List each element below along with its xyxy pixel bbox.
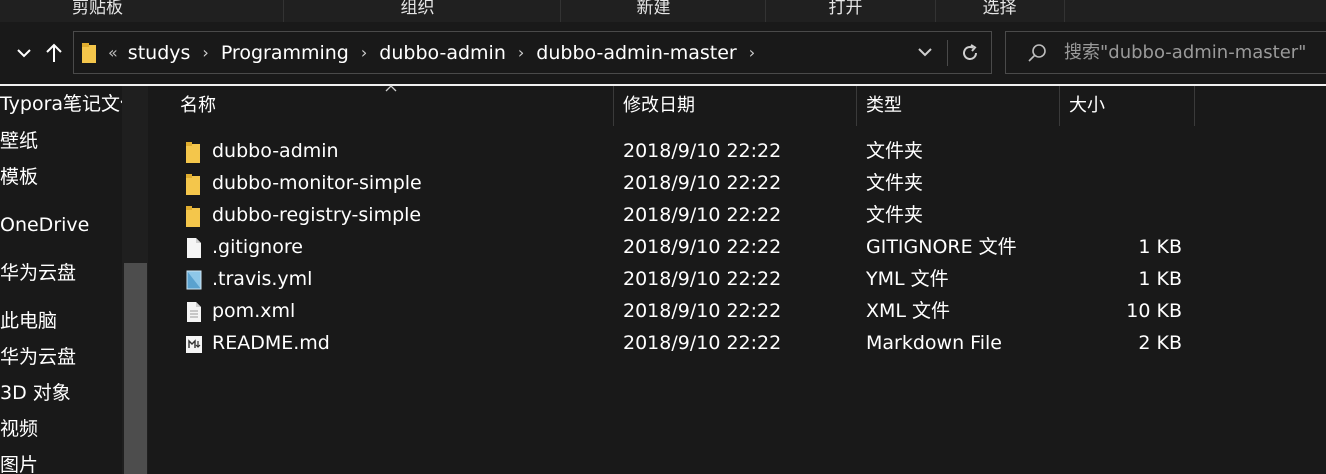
- sidebar-item-huawei-cloud-2[interactable]: 华为云盘: [0, 342, 76, 372]
- refresh-button[interactable]: [954, 38, 986, 68]
- file-date: 2018/9/10 22:22: [623, 236, 782, 258]
- folder-icon: [82, 43, 96, 63]
- file-row[interactable]: dubbo-monitor-simple 2018/9/10 22:22 文件夹: [170, 167, 1200, 199]
- ribbon-group-labels: 剪贴板 组织 新建 打开 选择: [0, 0, 1326, 22]
- breadcrumb-item-studys[interactable]: studys: [128, 42, 191, 64]
- file-type: 文件夹: [866, 140, 924, 162]
- file-type: 文件夹: [866, 204, 924, 226]
- search-icon: [1028, 44, 1046, 62]
- sidebar-item-typora[interactable]: Typora笔记文件: [0, 89, 139, 119]
- sidebar-item-3d-objects[interactable]: 3D 对象: [0, 378, 71, 408]
- file-name: dubbo-registry-simple: [212, 204, 422, 226]
- breadcrumb-overflow[interactable]: «: [108, 43, 118, 62]
- file-size: 10 KB: [1126, 300, 1182, 322]
- arrow-up-icon: [46, 43, 62, 62]
- file-type: YML 文件: [866, 268, 949, 290]
- file-row[interactable]: README.md 2018/9/10 22:22 Markdown File …: [170, 327, 1200, 359]
- file-type: XML 文件: [866, 300, 951, 322]
- ribbon-group-organize: 组织: [400, 0, 435, 18]
- column-header-type[interactable]: 类型: [866, 86, 1056, 126]
- file-row[interactable]: .gitignore 2018/9/10 22:22 GITIGNORE 文件 …: [170, 231, 1200, 263]
- address-bar[interactable]: « studys › Programming › dubbo-admin › d…: [73, 31, 992, 74]
- sidebar-item-huawei-cloud[interactable]: 华为云盘: [0, 258, 76, 288]
- ribbon-group-open: 打开: [828, 0, 863, 18]
- file-type: GITIGNORE 文件: [866, 236, 1017, 258]
- navigation-pane: Typora笔记文件 ▲ 壁纸 模板 OneDrive 华为云盘 此电脑 华为云…: [0, 86, 149, 474]
- address-divider: [947, 40, 948, 66]
- column-header-name[interactable]: 名称: [180, 86, 610, 126]
- ribbon-group-select: 选择: [982, 0, 1017, 18]
- ribbon-divider: [1064, 0, 1065, 22]
- file-date: 2018/9/10 22:22: [623, 204, 782, 226]
- chevron-right-icon[interactable]: ›: [361, 43, 367, 62]
- markdown-file-icon: [186, 336, 202, 353]
- file-name: .gitignore: [212, 236, 303, 258]
- search-box[interactable]: [1005, 31, 1326, 74]
- file-date: 2018/9/10 22:22: [623, 140, 782, 162]
- column-divider[interactable]: [856, 86, 857, 126]
- sidebar-item-onedrive[interactable]: OneDrive: [0, 210, 89, 240]
- file-size: 1 KB: [1138, 236, 1182, 258]
- address-history-button[interactable]: [912, 40, 938, 66]
- file-date: 2018/9/10 22:22: [623, 268, 782, 290]
- yml-file-icon: [186, 270, 202, 290]
- file-date: 2018/9/10 22:22: [623, 300, 782, 322]
- column-divider[interactable]: [1059, 86, 1060, 126]
- folder-icon: [186, 206, 200, 227]
- file-size: 1 KB: [1138, 268, 1182, 290]
- chevron-right-icon[interactable]: ›: [202, 43, 208, 62]
- folder-icon: [186, 174, 200, 195]
- search-input[interactable]: [1064, 32, 1324, 73]
- file-row[interactable]: .travis.yml 2018/9/10 22:22 YML 文件 1 KB: [170, 263, 1200, 295]
- sidebar-item-wallpaper[interactable]: 壁纸: [0, 126, 38, 156]
- ribbon-group-new: 新建: [636, 0, 671, 18]
- chevron-down-icon: [918, 48, 932, 57]
- chevron-right-icon[interactable]: ›: [749, 43, 755, 62]
- file-name: README.md: [212, 332, 330, 354]
- file-type: 文件夹: [866, 172, 924, 194]
- file-row[interactable]: dubbo-registry-simple 2018/9/10 22:22 文件…: [170, 199, 1200, 231]
- file-name: dubbo-monitor-simple: [212, 172, 422, 194]
- file-date: 2018/9/10 22:22: [623, 332, 782, 354]
- file-name: .travis.yml: [212, 268, 313, 290]
- file-size: 2 KB: [1138, 332, 1182, 354]
- refresh-icon: [963, 44, 977, 60]
- recent-locations-button[interactable]: [12, 40, 36, 66]
- up-button[interactable]: [42, 40, 66, 66]
- breadcrumb-item-dubbo-admin-master[interactable]: dubbo-admin-master: [536, 42, 736, 64]
- column-divider[interactable]: [1194, 86, 1195, 126]
- sidebar-item-this-pc[interactable]: 此电脑: [0, 306, 57, 336]
- chevron-right-icon[interactable]: ›: [518, 43, 524, 62]
- ribbon-divider: [560, 0, 561, 22]
- address-row: « studys › Programming › dubbo-admin › d…: [0, 22, 1326, 84]
- sidebar-item-videos[interactable]: 视频: [0, 414, 38, 444]
- column-divider[interactable]: [613, 86, 614, 126]
- file-name: dubbo-admin: [212, 140, 339, 162]
- column-header-size[interactable]: 大小: [1069, 86, 1189, 126]
- sidebar-item-templates[interactable]: 模板: [0, 162, 38, 192]
- sidebar-item-pictures[interactable]: 图片: [0, 450, 38, 474]
- ribbon-divider: [765, 0, 766, 22]
- column-header-date[interactable]: 修改日期: [623, 86, 853, 126]
- file-row[interactable]: dubbo-admin 2018/9/10 22:22 文件夹: [170, 135, 1200, 167]
- file-name: pom.xml: [212, 300, 296, 322]
- file-icon: [187, 302, 201, 322]
- breadcrumb: « studys › Programming › dubbo-admin › d…: [108, 32, 767, 73]
- chevron-down-icon: [17, 49, 31, 58]
- file-row[interactable]: pom.xml 2018/9/10 22:22 XML 文件 10 KB: [170, 295, 1200, 327]
- breadcrumb-item-programming[interactable]: Programming: [221, 42, 349, 64]
- file-type: Markdown File: [866, 332, 1002, 354]
- file-icon: [187, 238, 201, 258]
- breadcrumb-item-dubbo-admin[interactable]: dubbo-admin: [379, 42, 506, 64]
- sidebar-scrollbar-thumb[interactable]: [124, 263, 147, 474]
- folder-icon: [186, 142, 200, 163]
- ribbon-divider: [283, 0, 284, 22]
- file-date: 2018/9/10 22:22: [623, 172, 782, 194]
- ribbon-group-clipboard: 剪贴板: [72, 0, 123, 18]
- ribbon-divider: [935, 0, 936, 22]
